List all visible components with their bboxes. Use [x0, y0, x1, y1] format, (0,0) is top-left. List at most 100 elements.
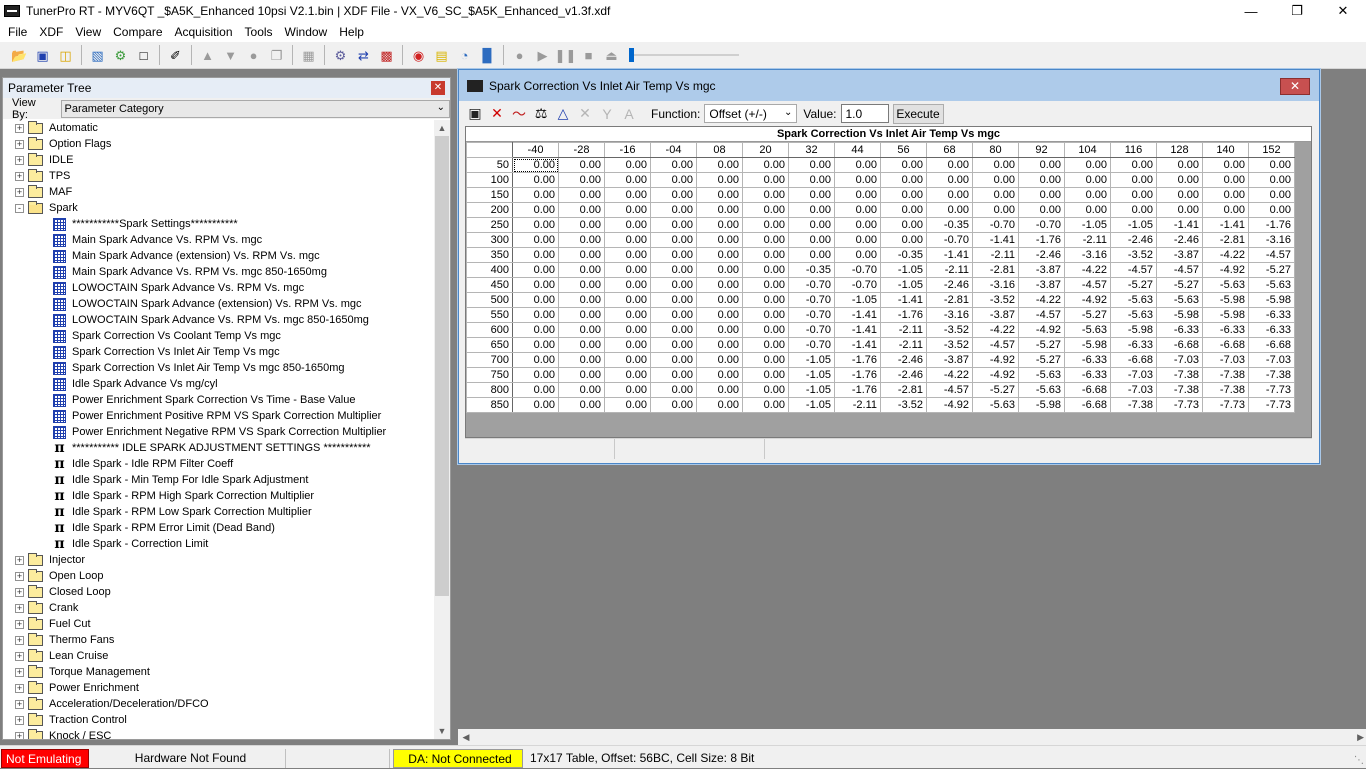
tree-node[interactable]: Main Spark Advance Vs. RPM Vs. mgc 850-1… — [3, 264, 435, 280]
table-cell[interactable]: -4.92 — [972, 352, 1019, 368]
table-cell[interactable]: -7.38 — [1110, 397, 1157, 413]
table-cell[interactable]: 0.00 — [1018, 187, 1065, 203]
table-cell[interactable]: 0.00 — [558, 232, 605, 248]
table-cell[interactable]: -7.03 — [1110, 367, 1157, 383]
table-cell[interactable]: -1.05 — [880, 277, 927, 293]
table-cell[interactable]: -7.38 — [1202, 367, 1249, 383]
scroll-left-icon[interactable]: ◀ — [458, 732, 474, 743]
table-cell[interactable]: 0.00 — [650, 292, 697, 308]
expand-icon[interactable]: + — [15, 571, 24, 581]
table-cell[interactable]: -3.16 — [972, 277, 1019, 293]
table-cell[interactable]: 0.00 — [1248, 187, 1295, 203]
table-cell[interactable]: -1.41 — [1156, 217, 1203, 233]
table-cell[interactable]: 0.00 — [1156, 172, 1203, 188]
table-cell[interactable]: 0.00 — [742, 322, 789, 338]
table-cell[interactable]: 0.00 — [512, 367, 559, 383]
table-cell[interactable]: 0.00 — [880, 187, 927, 203]
table-cell[interactable]: 0.00 — [696, 367, 743, 383]
table-cell[interactable]: -4.22 — [1018, 292, 1065, 308]
table-cell[interactable]: -7.38 — [1202, 382, 1249, 398]
table-cell[interactable]: 0.00 — [834, 217, 881, 233]
table-cell[interactable]: -5.63 — [1110, 292, 1157, 308]
table-cell[interactable]: 0.00 — [1018, 202, 1065, 218]
table-cell[interactable]: -4.92 — [1202, 262, 1249, 278]
row-header[interactable]: 550 — [466, 307, 513, 323]
table-cell[interactable]: 0.00 — [834, 232, 881, 248]
table-cell[interactable]: -4.92 — [1018, 322, 1065, 338]
tree-node[interactable]: + Power Enrichment — [3, 680, 435, 696]
tree-node[interactable]: + Knock / ESC — [3, 728, 435, 739]
table-cell[interactable]: -0.70 — [788, 337, 835, 353]
table-cell[interactable]: 0.00 — [558, 277, 605, 293]
table-cell[interactable]: -4.57 — [1064, 277, 1111, 293]
table-cell[interactable]: -1.41 — [1202, 217, 1249, 233]
tree-node[interactable]: Main Spark Advance Vs. RPM Vs. mgc — [3, 232, 435, 248]
table-cell[interactable]: -3.16 — [926, 307, 973, 323]
value-input[interactable] — [840, 104, 889, 123]
table-cell[interactable]: 0.00 — [558, 367, 605, 383]
table-cell[interactable]: 0.00 — [650, 277, 697, 293]
expand-icon[interactable]: + — [15, 587, 24, 597]
pause-icon[interactable]: ❚❚ — [555, 46, 577, 64]
tree-node[interactable]: ***********Spark Settings*********** — [3, 216, 435, 232]
table-cell[interactable]: 0.00 — [742, 307, 789, 323]
column-header[interactable]: 56 — [880, 142, 927, 158]
row-header[interactable]: 650 — [466, 337, 513, 353]
table-cell[interactable]: -1.76 — [1018, 232, 1065, 248]
table-cell[interactable]: -1.76 — [834, 367, 881, 383]
table-cell[interactable]: -6.33 — [1064, 367, 1111, 383]
table-cell[interactable]: 0.00 — [880, 217, 927, 233]
table-cell[interactable]: 0.00 — [512, 217, 559, 233]
table-cell[interactable]: 0.00 — [696, 217, 743, 233]
table-cell[interactable]: -6.33 — [1248, 307, 1295, 323]
table-cell[interactable]: 0.00 — [650, 157, 697, 173]
tree-node[interactable]: + Automatic — [3, 120, 435, 136]
expand-icon[interactable]: + — [15, 171, 24, 181]
row-header[interactable]: 800 — [466, 382, 513, 398]
tree-node[interactable]: + Option Flags — [3, 136, 435, 152]
table-cell[interactable]: 0.00 — [1064, 157, 1111, 173]
table-cell[interactable]: 0.00 — [512, 187, 559, 203]
table-cell[interactable]: 0.00 — [926, 202, 973, 218]
table-cell[interactable]: 0.00 — [558, 172, 605, 188]
row-header[interactable]: 500 — [466, 292, 513, 308]
table-cell[interactable]: 0.00 — [880, 172, 927, 188]
column-header[interactable]: -16 — [604, 142, 651, 158]
table-cell[interactable]: -1.76 — [880, 307, 927, 323]
table-cell[interactable]: 0.00 — [834, 187, 881, 203]
table-cell[interactable]: 0.00 — [1248, 202, 1295, 218]
table-cell[interactable]: 0.00 — [512, 292, 559, 308]
table-cell[interactable]: -7.73 — [1248, 397, 1295, 413]
view-by-select[interactable]: Parameter Category ⌄ — [60, 99, 450, 118]
expand-icon[interactable]: + — [15, 715, 24, 725]
table-cell[interactable]: -1.41 — [834, 322, 881, 338]
table-cell[interactable]: -7.38 — [1156, 382, 1203, 398]
compare-icon[interactable]: ▩ — [378, 46, 396, 64]
graph-icon[interactable]: 〜 — [509, 104, 529, 124]
table-cell[interactable]: 0.00 — [1156, 202, 1203, 218]
row-header[interactable]: 250 — [466, 217, 513, 233]
expand-icon[interactable]: + — [15, 603, 24, 613]
arrow-up-icon[interactable]: ▲ — [199, 46, 217, 64]
table-cell[interactable]: 0.00 — [558, 202, 605, 218]
table-cell[interactable]: -3.87 — [1156, 247, 1203, 263]
pen-icon[interactable]: ✐ — [167, 46, 185, 64]
table-cell[interactable]: -2.81 — [1202, 232, 1249, 248]
table-cell[interactable]: -5.27 — [972, 382, 1019, 398]
table-cell[interactable]: -3.16 — [1248, 232, 1295, 248]
table-cell[interactable]: 0.00 — [512, 262, 559, 278]
table-cell[interactable]: 0.00 — [880, 157, 927, 173]
menu-tools[interactable]: Tools — [239, 25, 279, 39]
table-cell[interactable]: 0.00 — [650, 217, 697, 233]
scroll-up-icon[interactable]: ▲ — [434, 120, 450, 136]
table-cell[interactable]: 0.00 — [604, 187, 651, 203]
table-cell[interactable]: -5.98 — [1248, 292, 1295, 308]
table-cell[interactable]: 0.00 — [926, 187, 973, 203]
expand-icon[interactable]: + — [15, 139, 24, 149]
table-cell[interactable]: 0.00 — [696, 187, 743, 203]
table-cell[interactable]: 0.00 — [558, 352, 605, 368]
column-header[interactable]: -40 — [512, 142, 559, 158]
table-cell[interactable]: -2.11 — [972, 247, 1019, 263]
load-xdf-icon[interactable]: ▧ — [89, 46, 107, 64]
table-cell[interactable]: -1.05 — [788, 367, 835, 383]
